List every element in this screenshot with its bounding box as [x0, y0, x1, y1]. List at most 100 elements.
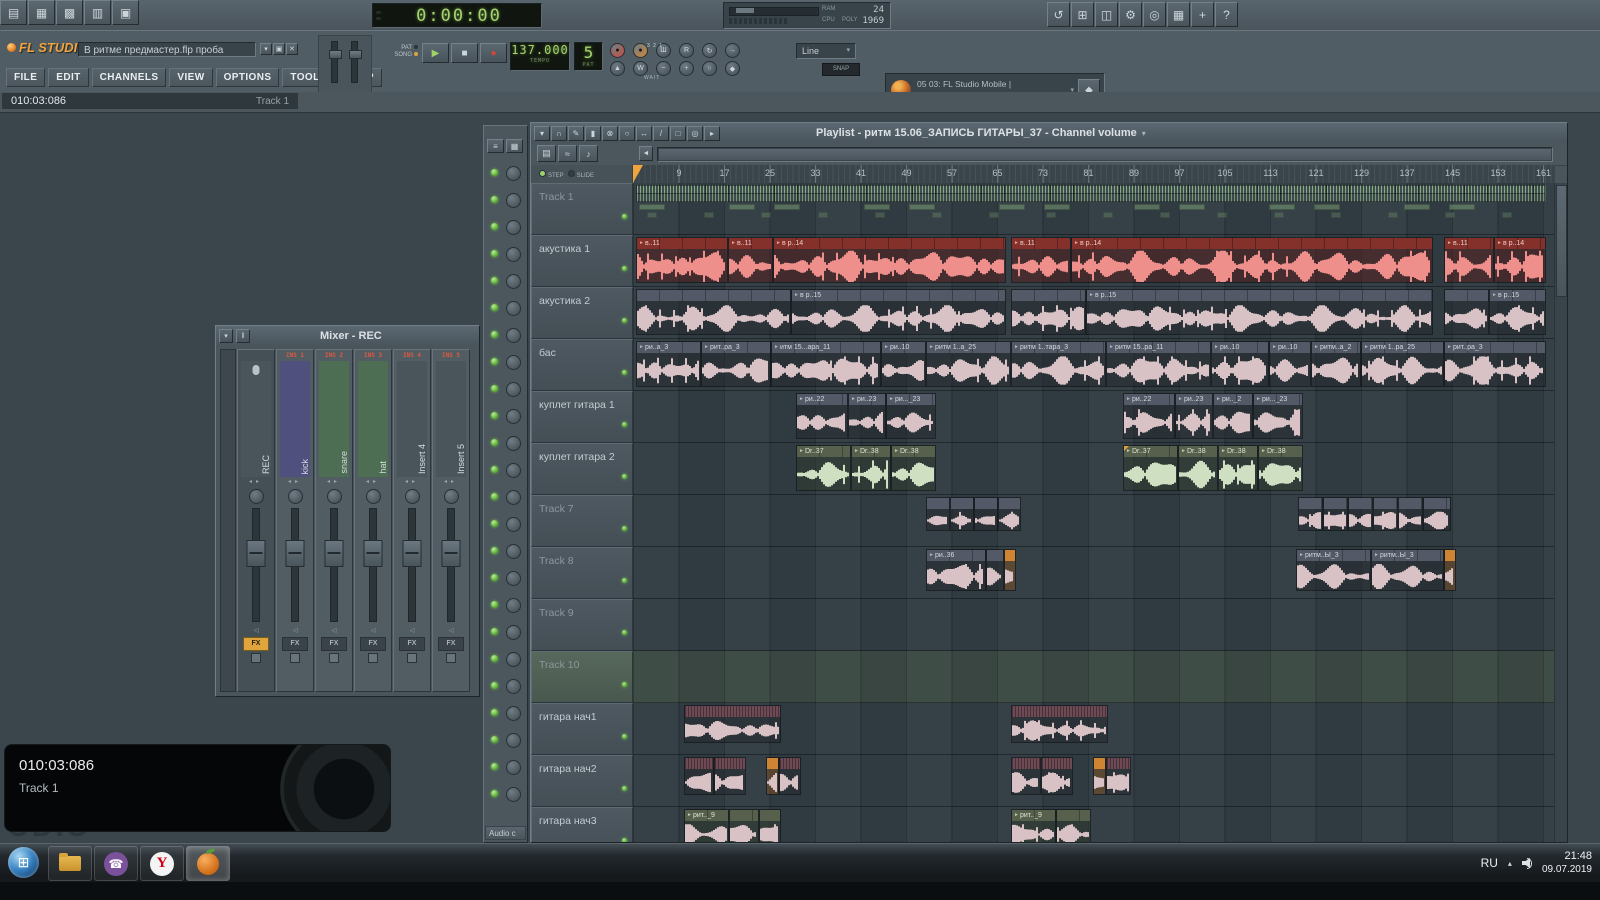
channel-knob[interactable] [506, 652, 521, 667]
volume-fader[interactable] [433, 506, 469, 624]
fx-slot-button[interactable]: FX [321, 637, 347, 651]
play-button[interactable]: ▶ [422, 43, 449, 63]
mute-speaker-icon[interactable]: ◁ [238, 626, 274, 636]
mute-speaker-icon[interactable]: ◁ [433, 626, 469, 636]
blend-notes-icon[interactable]: ~ [656, 61, 671, 76]
pan-knob[interactable] [405, 489, 420, 504]
snap-dropdown[interactable]: Line ▾ [796, 43, 856, 59]
audio-clip[interactable]: ►Dr..37 [1123, 445, 1178, 491]
clip-header[interactable]: ►в р..14 [774, 238, 1005, 249]
channel-led[interactable] [491, 628, 498, 635]
clip-header[interactable] [1424, 498, 1450, 509]
save-state-icon[interactable] [329, 653, 339, 663]
playlist-lane[interactable] [633, 755, 1555, 807]
clip-header[interactable]: ►Dr..37 [1124, 446, 1177, 457]
pattern-block[interactable] [1445, 212, 1455, 218]
channel-led[interactable] [491, 439, 498, 446]
audio-clip[interactable]: ►Dr..38 [1178, 445, 1218, 491]
audio-clip[interactable] [766, 757, 779, 795]
channel-knob[interactable] [506, 733, 521, 748]
audio-clip[interactable] [714, 757, 746, 795]
audio-clip[interactable] [729, 809, 759, 842]
audio-clip[interactable]: ►ритм 1..ра_25 [1361, 341, 1444, 387]
menu-file[interactable]: FILE [6, 68, 45, 87]
fx-slot-button[interactable]: FX [243, 637, 269, 651]
channel-knob[interactable] [506, 463, 521, 478]
horizontal-scrollbar[interactable] [657, 147, 1553, 162]
playlist-track-header[interactable]: бас [531, 339, 633, 391]
pattern-block[interactable] [1388, 212, 1398, 218]
pattern-block[interactable] [818, 212, 828, 218]
select-icon[interactable]: □ [670, 126, 686, 141]
clip-header[interactable] [685, 706, 780, 717]
stepseq-icon[interactable]: ▦ [28, 0, 55, 25]
timeline-ruler[interactable]: 9172533414957657381899710511312112913714… [633, 165, 1555, 184]
pattern-block[interactable] [864, 204, 890, 210]
playlist-lane[interactable]: ►ри..36►ритм..Ы_3►ритм..Ы_3 [633, 547, 1555, 599]
channel-knob[interactable] [506, 328, 521, 343]
help-icon[interactable]: ? [1215, 2, 1238, 27]
channel-led[interactable] [491, 466, 498, 473]
clip-header[interactable]: ►ри..._23 [887, 394, 935, 405]
pan-knob[interactable] [327, 489, 342, 504]
pattern-clip-strip[interactable] [636, 193, 1546, 202]
audio-clip[interactable]: ►ри..36 [926, 549, 986, 591]
slip-icon[interactable]: ↔ [636, 126, 652, 141]
audio-clip[interactable]: ►ри..10 [881, 341, 926, 387]
clip-header[interactable]: ►ритм 1..тара_3 [1012, 342, 1105, 353]
fader-handle[interactable] [403, 540, 422, 567]
audio-clip[interactable]: ►ритм 1..тара_3 [1011, 341, 1106, 387]
volume-fader[interactable] [355, 506, 391, 624]
delete-icon[interactable]: ⊗ [602, 126, 618, 141]
audio-clip[interactable]: ►рит..ра_3 [1444, 341, 1546, 387]
audio-clip[interactable]: ►ри..22 [796, 393, 848, 439]
tab-notes[interactable]: ♪ [579, 145, 598, 162]
clip-header[interactable] [1107, 758, 1130, 769]
typing-piano-icon[interactable]: ▦ [1167, 2, 1190, 27]
tab-audio[interactable]: ≈ [558, 145, 577, 162]
audio-clip[interactable]: ►ритм 1..а_25 [926, 341, 1011, 387]
track-led[interactable] [622, 578, 627, 583]
playlist-track-header[interactable]: акустика 2 [531, 287, 633, 339]
clip-header[interactable]: ►в..11 [1445, 238, 1493, 249]
clip-header[interactable]: ►ритм 1..ра_25 [1362, 342, 1443, 353]
pattern-block[interactable] [1160, 212, 1170, 218]
channel-knob[interactable] [506, 598, 521, 613]
playlist-lanes[interactable]: ►в..11►в..11►в р..14►в..11►в р..14►в..11… [633, 183, 1555, 842]
volume-fader[interactable] [277, 506, 313, 624]
pat-song-switch[interactable]: PAT SONG [392, 45, 418, 59]
audio-clip[interactable]: ►Dr..38 [891, 445, 936, 491]
pan-knob[interactable] [444, 489, 459, 504]
audio-clip[interactable] [636, 289, 791, 335]
save-state-icon[interactable] [290, 653, 300, 663]
clip-header[interactable] [1374, 498, 1397, 509]
audio-clip[interactable] [1011, 705, 1108, 743]
playlist-track-header[interactable]: акустика 1 [531, 235, 633, 287]
track-led[interactable] [622, 474, 627, 479]
playlist-lane[interactable] [633, 183, 1555, 235]
clip-header[interactable]: ►ри..22 [1124, 394, 1174, 405]
pattern-block[interactable] [1044, 204, 1070, 210]
audio-clip[interactable]: ►ритм..а_2 [1311, 341, 1361, 387]
channel-knob[interactable] [506, 517, 521, 532]
pan-knob[interactable] [288, 489, 303, 504]
track-led[interactable] [622, 266, 627, 271]
clip-header[interactable] [1399, 498, 1422, 509]
audio-clip[interactable]: ►рит..ра_3 [701, 341, 771, 387]
main-pitch-slider[interactable] [351, 41, 358, 83]
channel-knob[interactable] [506, 760, 521, 775]
volume-icon[interactable] [1522, 857, 1532, 869]
pattern-block[interactable] [761, 212, 771, 218]
clip-header[interactable] [951, 498, 973, 509]
pattern-block[interactable] [1046, 212, 1056, 218]
fader-handle[interactable] [247, 540, 266, 567]
rack-grid-icon[interactable]: ▦ [506, 139, 523, 153]
clip-header[interactable]: ►ри..10 [1212, 342, 1268, 353]
channel-knob[interactable] [506, 247, 521, 262]
clip-header[interactable]: ►рит.._9 [1012, 810, 1055, 821]
pattern-display[interactable]: 5 PAT [574, 42, 603, 71]
record-icon[interactable]: ● [610, 43, 625, 58]
recount-icon[interactable]: R [679, 43, 694, 58]
audio-clip[interactable]: ►ритм..Ы_3 [1296, 549, 1371, 591]
clip-header[interactable]: ►рит..ра_3 [1445, 342, 1545, 353]
